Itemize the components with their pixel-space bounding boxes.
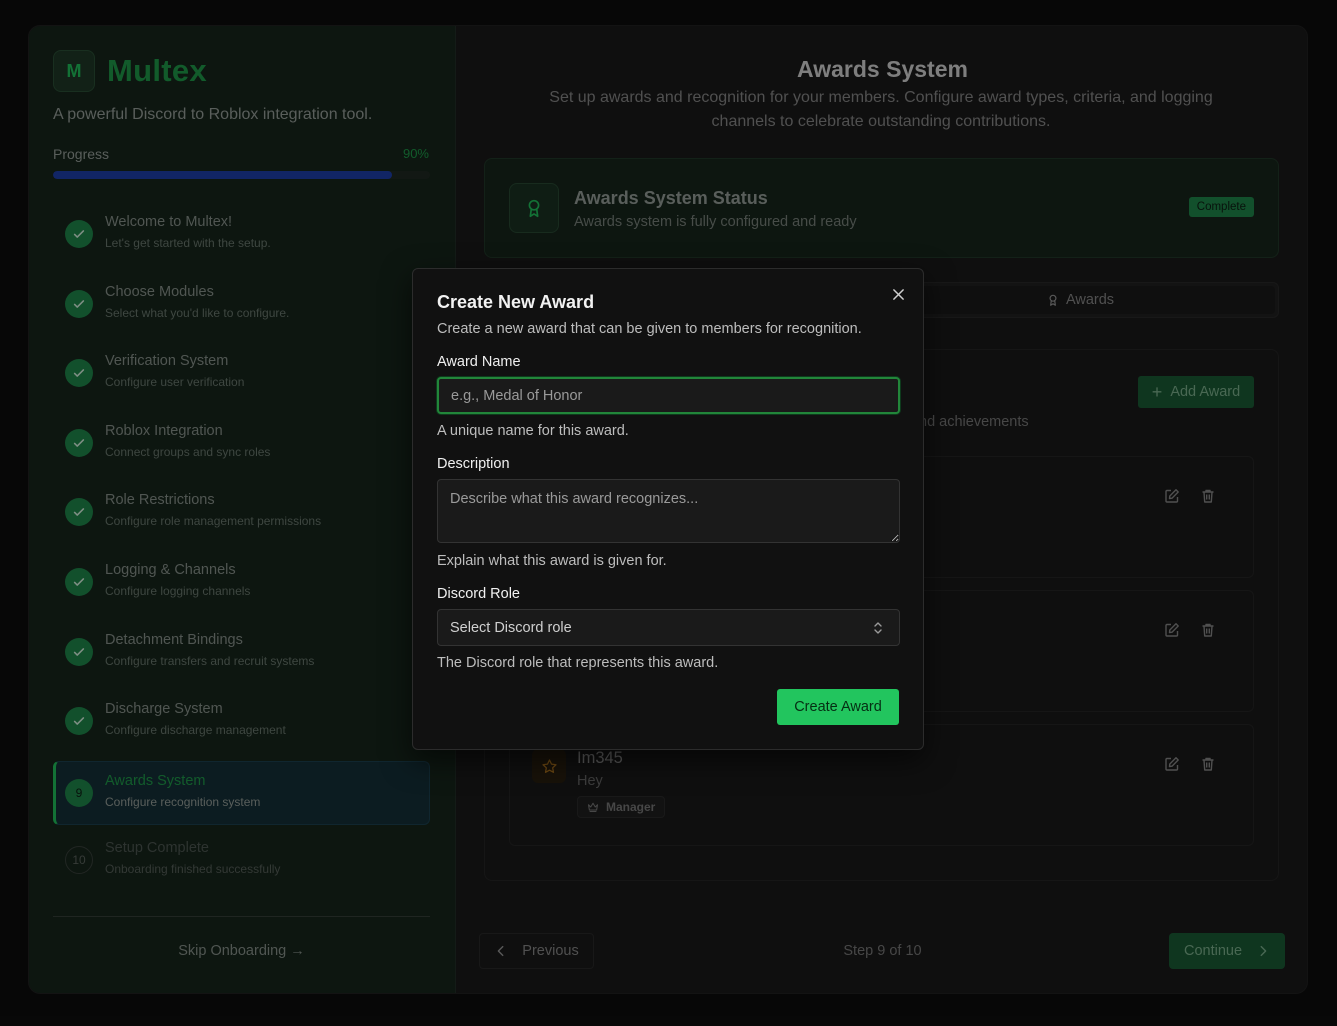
discord-role-label: Discord Role: [437, 586, 520, 602]
discord-role-hint: The Discord role that represents this aw…: [437, 655, 719, 671]
award-name-hint: A unique name for this award.: [437, 423, 629, 439]
discord-role-value: Select Discord role: [450, 619, 572, 636]
discord-role-select[interactable]: Select Discord role: [437, 609, 900, 646]
dialog-subtitle: Create a new award that can be given to …: [437, 321, 862, 337]
description-label: Description: [437, 456, 510, 472]
dialog-title: Create New Award: [437, 292, 595, 312]
award-name-label: Award Name: [437, 354, 521, 370]
description-textarea[interactable]: [437, 479, 900, 543]
description-hint: Explain what this award is given for.: [437, 553, 667, 569]
close-icon[interactable]: [889, 285, 907, 303]
chevrons-up-down-icon: [874, 622, 882, 634]
create-award-button[interactable]: Create Award: [777, 689, 899, 725]
award-name-input[interactable]: [437, 377, 900, 414]
create-award-dialog: Create New Award Create a new award that…: [412, 268, 924, 750]
